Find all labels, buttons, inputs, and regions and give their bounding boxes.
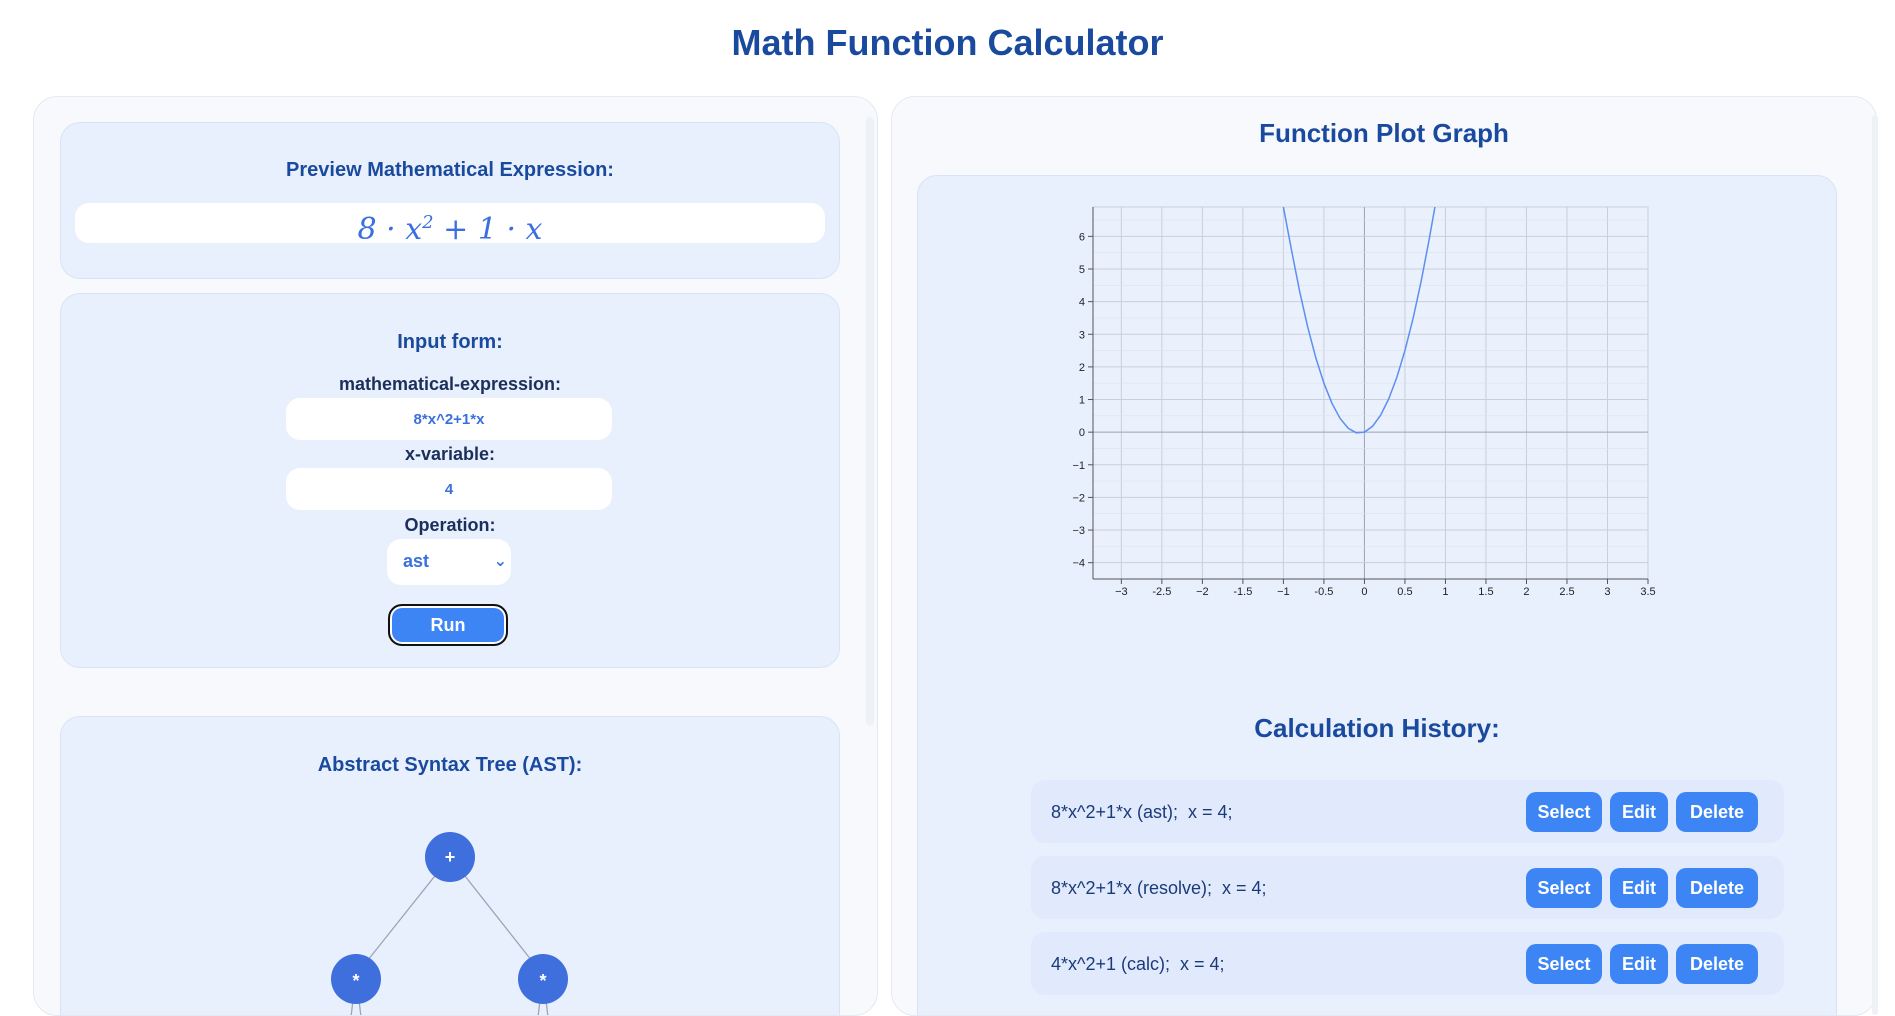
y-tick-label: −4	[1072, 558, 1085, 570]
delete-button[interactable]: Delete	[1676, 792, 1758, 832]
x-variable-label: x-variable:	[404, 444, 496, 464]
expression-input[interactable]	[286, 398, 612, 440]
x-tick-label: −2	[1196, 586, 1209, 598]
right-scrollbar[interactable]	[1872, 115, 1878, 1015]
x-tick-label: 0.5	[1397, 586, 1412, 598]
y-tick-label: 1	[1079, 395, 1085, 407]
x-tick-label: 0	[1361, 586, 1367, 598]
y-tick-label: −3	[1072, 525, 1085, 537]
edit-button[interactable]: Edit	[1610, 868, 1668, 908]
x-tick-label: −1	[1277, 586, 1290, 598]
right-panel: Function Plot Graph −3 -2.5 −2 -1.5 −1 -0.5 0 0…	[891, 96, 1877, 1016]
x-tick-label: 1	[1442, 586, 1448, 598]
chevron-down-icon: ⌄	[493, 553, 507, 570]
y-tick-label: 2	[1079, 362, 1085, 374]
graph-card: −3 -2.5 −2 -1.5 −1 -0.5 0 0.5 1 1.5 2 2.5 3 3.5 6 5 4 3 2 1…	[917, 175, 1838, 1015]
y-tick-label: 4	[1079, 297, 1085, 309]
graph-title: Function Plot Graph	[1259, 118, 1509, 148]
history-title: Calculation History:	[1254, 713, 1500, 743]
function-plot[interactable]: −3 -2.5 −2 -1.5 −1 -0.5 0 0.5 1 1.5 2 2.5 3 3.5 6 5 4 3 2 1…	[918, 176, 1838, 716]
input-form-card: Input form: mathematical-expression: x-v…	[60, 293, 840, 668]
x-tick-label: 2	[1523, 586, 1529, 598]
ast-node-label: *	[539, 971, 546, 991]
y-tick-label: 0	[1079, 427, 1085, 439]
x-tick-label: −3	[1115, 586, 1128, 598]
history-item: 8*x^2+1*x (resolve); x = 4; Select Edit …	[1031, 856, 1784, 919]
x-tick-label: -2.5	[1152, 586, 1171, 598]
ast-node-label: +	[445, 847, 456, 867]
edit-button[interactable]: Edit	[1610, 792, 1668, 832]
operation-label: Operation:	[404, 515, 496, 535]
x-variable-input[interactable]	[286, 468, 612, 510]
preview-title: Preview Mathematical Expression:	[286, 159, 614, 181]
history-item: 4*x^2+1 (calc); x = 4; Select Edit Delet…	[1031, 932, 1784, 995]
select-button[interactable]: Select	[1526, 792, 1602, 832]
ast-node-label: *	[352, 971, 359, 991]
plot-area	[1092, 206, 1649, 580]
delete-button[interactable]: Delete	[1676, 944, 1758, 984]
edit-button[interactable]: Edit	[1610, 944, 1668, 984]
x-tick-label: -1.5	[1233, 586, 1252, 598]
delete-button[interactable]: Delete	[1676, 868, 1758, 908]
select-button[interactable]: Select	[1526, 868, 1602, 908]
x-tick-label: 3	[1604, 586, 1610, 598]
y-tick-label: 6	[1079, 231, 1085, 243]
operation-select[interactable]: ast ⌄	[387, 539, 511, 585]
history-item-text: 8*x^2+1*x (resolve); x = 4;	[1051, 878, 1267, 898]
page-title: Math Function Calculator	[731, 22, 1164, 63]
input-form-title: Input form:	[397, 331, 503, 353]
preview-card: Preview Mathematical Expression: 8 · x2 …	[60, 122, 840, 279]
left-panel: Preview Mathematical Expression: 8 · x2 …	[33, 96, 878, 1016]
history-item: 8*x^2+1*x (ast); x = 4; Select Edit Dele…	[1031, 780, 1784, 843]
ast-card: Abstract Syntax Tree (AST): + * *	[60, 716, 840, 1015]
y-tick-label: 3	[1079, 329, 1085, 341]
preview-expression: 8 · x2 + 1 · x	[75, 203, 825, 247]
x-tick-label: 2.5	[1559, 586, 1574, 598]
y-tick-label: −1	[1072, 460, 1085, 472]
select-button[interactable]: Select	[1526, 944, 1602, 984]
operation-select-value: ast	[403, 551, 430, 571]
y-tick-label: 5	[1079, 264, 1085, 276]
expression-label: mathematical-expression:	[338, 374, 562, 394]
run-button[interactable]: Run	[388, 604, 508, 646]
x-tick-label: -0.5	[1314, 586, 1333, 598]
history-item-text: 8*x^2+1*x (ast); x = 4;	[1051, 802, 1233, 822]
input-form-card-spacer	[34, 97, 36, 99]
left-scrollbar[interactable]	[866, 117, 874, 726]
ast-tree: + * *	[331, 832, 568, 1015]
history-item-text: 4*x^2+1 (calc); x = 4;	[1051, 954, 1225, 974]
y-tick-label: −2	[1072, 492, 1085, 504]
x-tick-label: 1.5	[1478, 586, 1493, 598]
x-tick-label: 3.5	[1640, 586, 1655, 598]
